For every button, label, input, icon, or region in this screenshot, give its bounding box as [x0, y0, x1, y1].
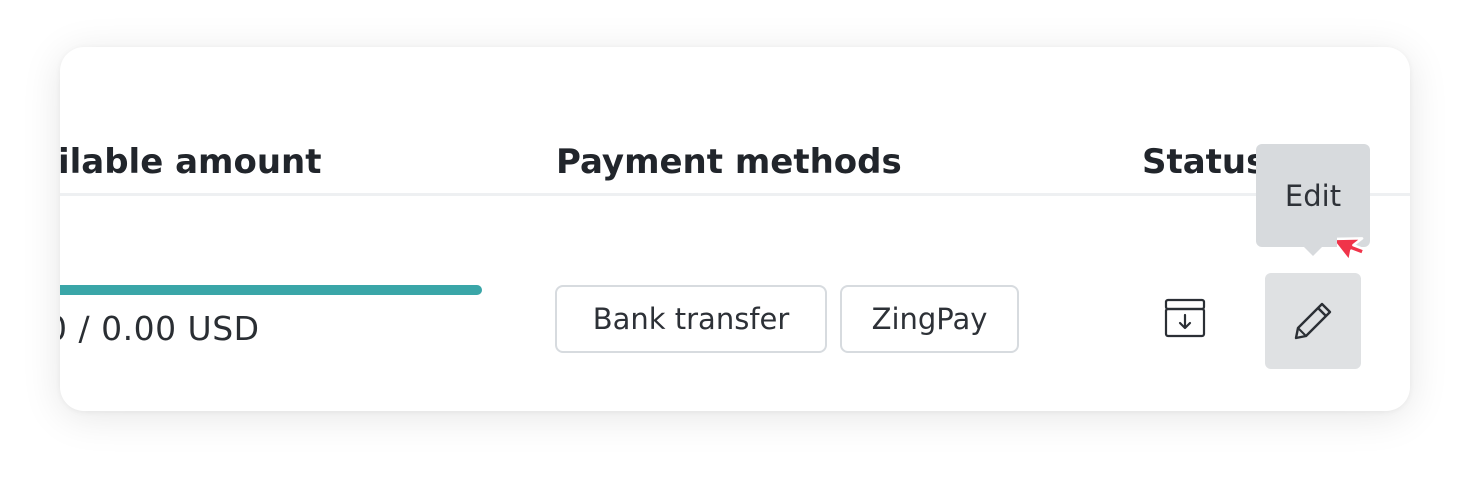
tooltip-arrow: [1304, 247, 1322, 256]
column-header-payment-methods: Payment methods: [556, 142, 902, 182]
archive-icon: [1164, 298, 1206, 338]
table-card: ailable amount Payment methods Status 0 …: [60, 47, 1410, 411]
amount-value: 0 / 0.00 USD: [60, 309, 260, 348]
mouse-cursor-icon: [1337, 237, 1366, 263]
column-header-available-amount: ailable amount: [60, 142, 322, 182]
archive-button[interactable]: [1160, 293, 1210, 343]
amount-progress-fill: [60, 285, 482, 295]
header-divider: [60, 193, 1410, 196]
column-header-status: Status: [1142, 142, 1267, 182]
pencil-icon: [1294, 302, 1332, 340]
edit-button[interactable]: [1265, 273, 1361, 369]
payment-method-zingpay: ZingPay: [840, 285, 1019, 353]
amount-progress-bar: [60, 285, 482, 295]
payment-method-bank-transfer: Bank transfer: [555, 285, 827, 353]
